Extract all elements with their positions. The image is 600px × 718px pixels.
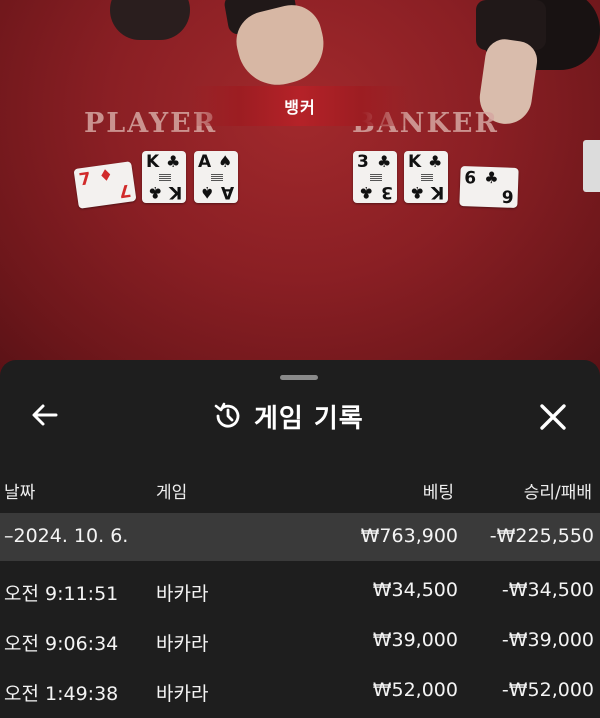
card-center [370, 173, 382, 181]
card-rank: 6 [463, 168, 477, 189]
column-header-game: 게임 [156, 483, 188, 503]
card-center [421, 173, 433, 181]
sheet-title: 게임 기록 [254, 403, 364, 434]
arrow-left-icon [32, 404, 58, 426]
club-suit-icon: ♣ [484, 167, 500, 188]
card-center [159, 173, 171, 181]
club-suit-icon: ♣ [147, 183, 162, 202]
banker-card-2: K ♣ K ♣ [404, 151, 448, 203]
card-center [211, 173, 223, 181]
spade-suit-icon: ♠ [199, 183, 214, 202]
card-rank: A [220, 182, 234, 202]
row-game: 바카라 [156, 633, 209, 655]
history-table-header: 날짜 게임 베팅 승리/패배 [0, 474, 600, 504]
card-rank: 3 [357, 152, 369, 172]
close-icon [540, 404, 566, 430]
row-result: -₩34,500 [501, 579, 594, 601]
column-header-result: 승리/패배 [523, 483, 592, 503]
row-time: 오전 9:11:51 [4, 583, 119, 605]
player-card-2: K ♣ K ♣ [142, 151, 186, 203]
row-bet: ₩34,500 [372, 579, 458, 601]
group-total-bet: ₩763,900 [360, 525, 458, 547]
card-rank: K [146, 152, 160, 172]
club-suit-icon: ♣ [428, 152, 443, 171]
sheet-header: 게임 기록 [0, 388, 600, 444]
banker-card-3: 6 ♣ 6 [459, 166, 519, 208]
row-game: 바카라 [156, 583, 209, 605]
drag-handle[interactable] [280, 375, 318, 380]
winner-banner: 뱅커 [190, 86, 410, 126]
diamond-suit-icon: ♦ [97, 164, 115, 186]
row-time: 오전 1:49:38 [4, 683, 119, 705]
player-card-3: A ♠ A ♠ [194, 151, 238, 203]
game-history-sheet: 게임 기록 날짜 게임 베팅 승리/패배 –2024. 10. 6. ₩763,… [0, 360, 600, 718]
table-row[interactable]: 오전 9:06:34 바카라 ₩39,000 -₩39,000 [0, 617, 600, 665]
banker-card-1: 3 ♣ 3 ♣ [353, 151, 397, 203]
table-row[interactable]: 오전 9:11:51 바카라 ₩34,500 -₩34,500 [0, 567, 600, 615]
row-time: 오전 9:06:34 [4, 633, 119, 655]
card-rank: 3 [381, 182, 393, 202]
card-rank: K [430, 182, 444, 202]
card-rank: K [168, 182, 182, 202]
live-dealer-video: PLAYER BANKER 뱅커 7 ♦ 7 K ♣ K ♣ A ♠ A ♠ 3… [0, 0, 600, 375]
date-group-row[interactable]: –2024. 10. 6. ₩763,900 -₩225,550 [0, 513, 600, 561]
card-rank: A [198, 152, 212, 172]
club-suit-icon: ♣ [377, 152, 392, 171]
table-row[interactable]: 오전 1:49:38 바카라 ₩52,000 -₩52,000 [0, 667, 600, 715]
card-rank: 7 [77, 169, 93, 191]
dealer-arm [110, 0, 190, 40]
row-bet: ₩52,000 [372, 679, 458, 701]
club-suit-icon: ♣ [358, 183, 373, 202]
card-shoe [583, 140, 600, 192]
back-button[interactable] [28, 398, 62, 432]
row-bet: ₩39,000 [372, 629, 458, 651]
column-header-date: 날짜 [4, 483, 36, 503]
group-date: –2024. 10. 6. [4, 525, 129, 547]
group-total-result: -₩225,550 [489, 525, 594, 547]
close-button[interactable] [534, 398, 572, 436]
row-game: 바카라 [156, 683, 209, 705]
sheet-title-group: 게임 기록 [212, 394, 364, 438]
card-rank: K [408, 152, 422, 172]
spade-suit-icon: ♠ [218, 152, 233, 171]
card-rank: 6 [501, 185, 515, 206]
row-result: -₩52,000 [501, 679, 594, 701]
player-card-1: 7 ♦ 7 [73, 161, 137, 209]
row-result: -₩39,000 [501, 629, 594, 651]
history-icon [214, 402, 240, 428]
club-suit-icon: ♣ [409, 183, 424, 202]
card-rank: 7 [117, 179, 133, 201]
club-suit-icon: ♣ [166, 152, 181, 171]
column-header-bet: 베팅 [422, 483, 454, 503]
